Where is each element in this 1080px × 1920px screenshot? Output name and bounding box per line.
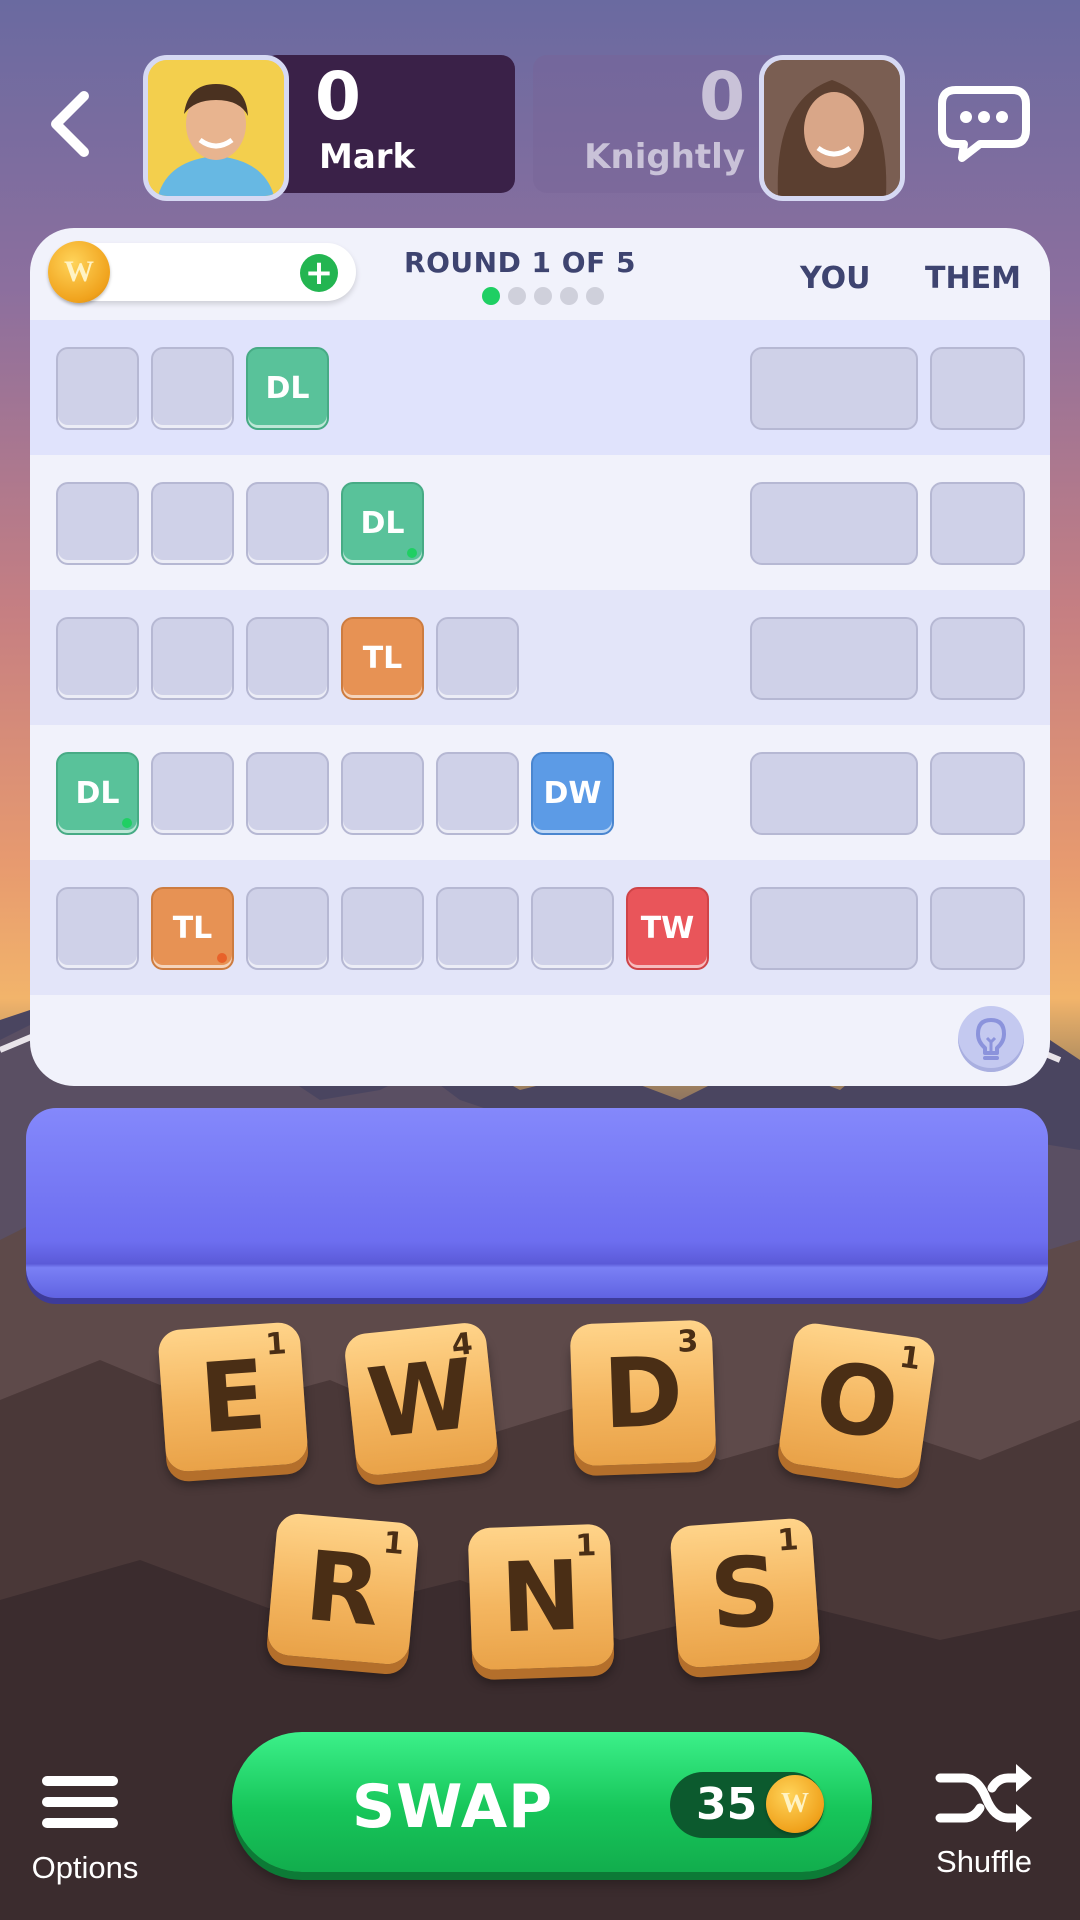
chat-button[interactable] bbox=[936, 84, 1032, 164]
bonus-cell-tw: TW bbox=[626, 887, 709, 970]
board-cell bbox=[56, 617, 139, 700]
letter-tile[interactable]: S 1 bbox=[669, 1517, 821, 1669]
shuffle-label: Shuffle bbox=[936, 1844, 1032, 1879]
indicator-dot bbox=[217, 953, 227, 963]
hint-button[interactable] bbox=[958, 1006, 1024, 1072]
round-dot bbox=[534, 287, 552, 305]
options-button[interactable]: Options bbox=[18, 1770, 152, 1890]
board-cell bbox=[341, 752, 424, 835]
swap-cost: 35 bbox=[696, 1779, 758, 1830]
player-name-me: Mark bbox=[319, 137, 416, 177]
avatar-opponent[interactable] bbox=[759, 55, 905, 201]
bonus-label: TL bbox=[172, 911, 213, 946]
row-score-them bbox=[930, 752, 1025, 835]
letter-tile[interactable]: W 4 bbox=[342, 1320, 500, 1478]
round-label: ROUND 1 OF 5 bbox=[404, 246, 636, 279]
coin-balance-bar[interactable]: + bbox=[48, 241, 356, 303]
tile-points: 1 bbox=[574, 1528, 597, 1564]
letter-tile[interactable]: E 1 bbox=[157, 1321, 309, 1473]
back-arrow-icon bbox=[51, 91, 89, 157]
swap-label: SWAP bbox=[352, 1772, 554, 1842]
word-row: TL TW bbox=[30, 860, 1050, 995]
bonus-cell-dl: DL bbox=[56, 752, 139, 835]
swap-button[interactable]: SWAP 35 bbox=[232, 1732, 872, 1872]
board-cell bbox=[436, 887, 519, 970]
row-score-you bbox=[750, 617, 918, 700]
board-cell bbox=[436, 752, 519, 835]
round-progress-dots bbox=[482, 287, 612, 305]
round-dot bbox=[586, 287, 604, 305]
player-score-opponent: 0 bbox=[699, 58, 745, 135]
row-score-them bbox=[930, 347, 1025, 430]
coin-icon bbox=[48, 241, 110, 303]
letter-tile[interactable]: O 1 bbox=[776, 1320, 938, 1482]
tile-points: 1 bbox=[264, 1326, 288, 1363]
board-cell bbox=[151, 617, 234, 700]
round-dot bbox=[482, 287, 500, 305]
bonus-cell-tl: TL bbox=[341, 617, 424, 700]
avatar-me[interactable] bbox=[143, 55, 289, 201]
bonus-cell-tl: TL bbox=[151, 887, 234, 970]
bonus-cell-dl: DL bbox=[246, 347, 329, 430]
menu-icon bbox=[42, 1776, 118, 1828]
shuffle-icon bbox=[935, 1764, 1032, 1832]
round-dot bbox=[560, 287, 578, 305]
row-score-you bbox=[750, 887, 918, 970]
game-board: + ROUND 1 OF 5 YOU THEM DL DL TL DL bbox=[30, 228, 1050, 1086]
row-score-them bbox=[930, 617, 1025, 700]
board-cell bbox=[56, 347, 139, 430]
indicator-dot bbox=[122, 818, 132, 828]
bonus-label: DL bbox=[75, 776, 120, 811]
row-score-you bbox=[750, 482, 918, 565]
swap-cost-pill: 35 bbox=[670, 1772, 824, 1838]
board-cell bbox=[151, 752, 234, 835]
board-cell bbox=[246, 482, 329, 565]
chat-bubble-icon bbox=[938, 86, 1030, 162]
plus-icon[interactable]: + bbox=[300, 254, 338, 292]
bonus-cell-dw: DW bbox=[531, 752, 614, 835]
board-cell bbox=[436, 617, 519, 700]
board-cell bbox=[531, 887, 614, 970]
word-row: DL bbox=[30, 320, 1050, 455]
board-cell bbox=[246, 752, 329, 835]
coin-icon bbox=[766, 1775, 824, 1833]
round-dot bbox=[508, 287, 526, 305]
row-score-you bbox=[750, 347, 918, 430]
word-row: DL bbox=[30, 455, 1050, 590]
player-card-opponent: 0 Knightly bbox=[533, 55, 905, 201]
tile-points: 1 bbox=[381, 1525, 406, 1563]
letter-tile[interactable]: N 1 bbox=[467, 1523, 615, 1671]
player-name-opponent: Knightly bbox=[584, 137, 745, 177]
board-cell bbox=[56, 482, 139, 565]
tile-letter: W bbox=[362, 1337, 480, 1461]
lightbulb-icon bbox=[976, 1018, 1006, 1060]
row-score-you bbox=[750, 752, 918, 835]
word-row: DL DW bbox=[30, 725, 1050, 860]
bonus-label: DL bbox=[360, 506, 405, 541]
board-cell bbox=[341, 887, 424, 970]
row-score-them bbox=[930, 887, 1025, 970]
tile-points: 3 bbox=[676, 1324, 699, 1360]
word-row: TL bbox=[30, 590, 1050, 725]
row-score-them bbox=[930, 482, 1025, 565]
word-entry-tray[interactable] bbox=[26, 1108, 1048, 1298]
column-header-them: THEM bbox=[925, 261, 1021, 296]
board-cell bbox=[56, 887, 139, 970]
tile-points: 1 bbox=[776, 1522, 800, 1559]
letter-tile[interactable]: R 1 bbox=[266, 1512, 420, 1666]
board-cell bbox=[151, 347, 234, 430]
bonus-cell-dl: DL bbox=[341, 482, 424, 565]
indicator-dot bbox=[407, 548, 417, 558]
board-cell bbox=[151, 482, 234, 565]
shuffle-button[interactable]: Shuffle bbox=[924, 1760, 1044, 1890]
tile-points: 4 bbox=[449, 1326, 475, 1364]
back-button[interactable] bbox=[40, 88, 104, 160]
player-card-me: 0 Mark bbox=[143, 55, 515, 201]
player-score-me: 0 bbox=[315, 58, 361, 135]
letter-tile[interactable]: D 3 bbox=[569, 1319, 717, 1467]
column-header-you: YOU bbox=[800, 261, 871, 296]
board-cell bbox=[246, 617, 329, 700]
board-cell bbox=[246, 887, 329, 970]
options-label: Options bbox=[31, 1850, 139, 1885]
